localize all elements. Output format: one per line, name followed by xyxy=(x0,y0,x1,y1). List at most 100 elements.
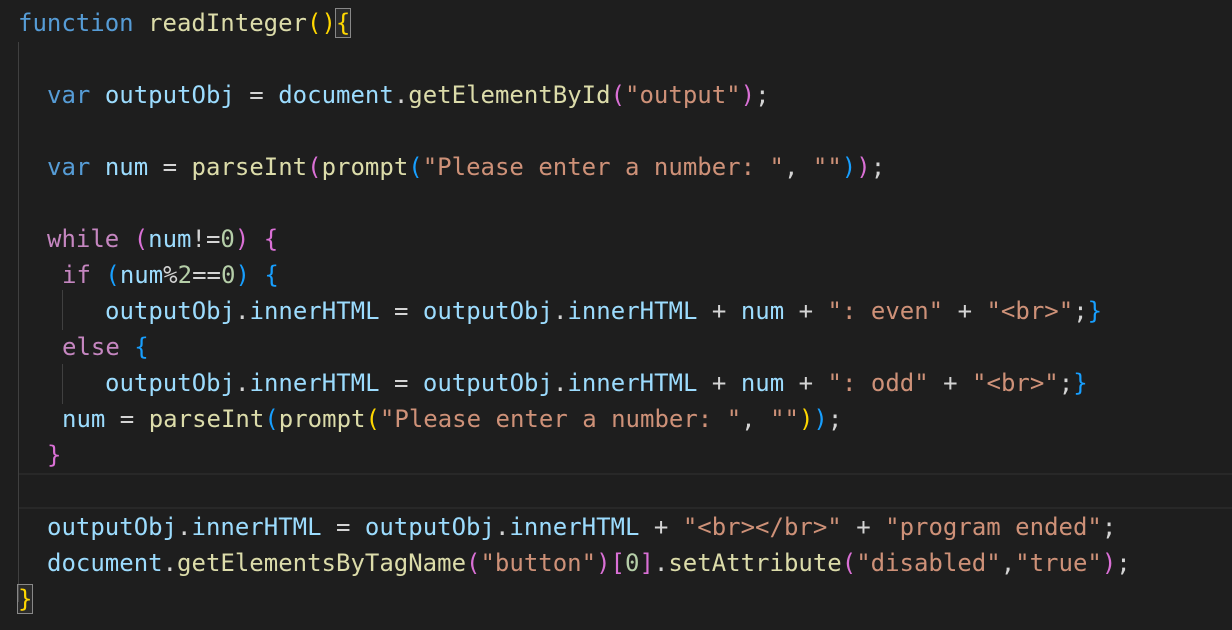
code-token: + xyxy=(943,297,987,325)
code-line-text[interactable]: function readInteger(){ xyxy=(18,5,352,41)
code-token: getElementsByTagName xyxy=(177,549,467,577)
code-line[interactable]: else { xyxy=(0,329,1232,365)
code-token: num xyxy=(148,225,192,253)
code-token: = xyxy=(105,405,149,433)
code-token: "program ended" xyxy=(885,513,1102,541)
code-token: "Please enter a number: " xyxy=(379,405,742,433)
code-token: ( xyxy=(466,549,481,577)
code-line-text[interactable]: if (num%2==0) { xyxy=(62,257,279,293)
code-token: ; xyxy=(1058,369,1074,397)
code-token: = xyxy=(234,81,279,109)
code-token: outputObj xyxy=(422,369,553,397)
code-token: = xyxy=(379,369,423,397)
code-line[interactable] xyxy=(0,41,1232,77)
code-token: . xyxy=(552,369,568,397)
code-token: ( xyxy=(133,225,149,253)
code-token: + xyxy=(784,297,828,325)
code-token: . xyxy=(177,513,192,541)
code-token: } xyxy=(1073,369,1088,397)
code-editor[interactable]: function readInteger(){ var outputObj = d… xyxy=(0,0,1232,630)
code-token: + xyxy=(697,369,741,397)
code-line[interactable]: num = parseInt(prompt("Please enter a nu… xyxy=(0,401,1232,437)
code-line[interactable]: outputObj.innerHTML = outputObj.innerHTM… xyxy=(0,293,1232,329)
code-token: setAttribute xyxy=(668,549,842,577)
code-token: innerHTML xyxy=(567,369,698,397)
code-token: ) xyxy=(740,81,756,109)
code-line[interactable]: } xyxy=(0,581,1232,617)
code-token: } xyxy=(1087,297,1103,325)
code-line-text[interactable]: outputObj.innerHTML = outputObj.innerHTM… xyxy=(47,509,1116,545)
code-token: outputObj xyxy=(364,513,495,541)
code-token: getElementById xyxy=(408,81,611,109)
code-token: } xyxy=(16,584,34,614)
code-token: + xyxy=(928,369,973,397)
code-token: innerHTML xyxy=(567,297,698,325)
code-line-text[interactable]: } xyxy=(16,581,34,617)
code-token: , xyxy=(783,153,813,181)
code-token: num xyxy=(740,297,785,325)
code-token: + xyxy=(697,297,741,325)
code-line-text[interactable]: document.getElementsByTagName("button")[… xyxy=(47,545,1131,581)
code-token: num xyxy=(119,261,164,289)
code-token: var xyxy=(47,153,91,181)
code-line[interactable]: outputObj.innerHTML = outputObj.innerHTM… xyxy=(0,509,1232,545)
code-token: function xyxy=(18,9,134,37)
code-token: ( xyxy=(105,261,120,289)
code-token: ) xyxy=(1101,549,1117,577)
code-line[interactable]: outputObj.innerHTML = outputObj.innerHTM… xyxy=(0,365,1232,401)
code-line-text[interactable]: outputObj.innerHTML = outputObj.innerHTM… xyxy=(105,293,1102,329)
code-token: , xyxy=(741,405,771,433)
code-token: { xyxy=(264,261,279,289)
code-token: . xyxy=(494,513,510,541)
code-line-text[interactable]: else { xyxy=(62,329,149,365)
code-token: outputObj xyxy=(104,81,235,109)
code-token: var xyxy=(47,81,91,109)
code-line[interactable]: function readInteger(){ xyxy=(0,5,1232,41)
code-token: outputObj xyxy=(422,297,553,325)
code-token: ; xyxy=(1101,513,1117,541)
code-line[interactable] xyxy=(0,473,1232,509)
code-token: = xyxy=(321,513,365,541)
code-line[interactable]: var num = parseInt(prompt("Please enter … xyxy=(0,149,1232,185)
code-token: . xyxy=(235,369,250,397)
code-token: ( xyxy=(610,81,626,109)
code-token: % xyxy=(163,261,178,289)
code-line[interactable]: } xyxy=(0,437,1232,473)
code-token: outputObj xyxy=(105,369,236,397)
code-line[interactable] xyxy=(0,113,1232,149)
code-token: "disabled" xyxy=(856,549,1001,577)
code-line-text[interactable]: while (num!=0) { xyxy=(47,221,278,257)
code-token: ) xyxy=(596,549,611,577)
code-line-text[interactable]: outputObj.innerHTML = outputObj.innerHTM… xyxy=(105,365,1088,401)
code-line[interactable]: while (num!=0) { xyxy=(0,221,1232,257)
code-line[interactable] xyxy=(0,185,1232,221)
code-line[interactable]: var outputObj = document.getElementById(… xyxy=(0,77,1232,113)
code-token: ) xyxy=(813,405,828,433)
code-line-text[interactable]: num = parseInt(prompt("Please enter a nu… xyxy=(62,401,842,437)
code-line-text[interactable]: } xyxy=(47,437,61,473)
code-token: 0 xyxy=(220,225,235,253)
code-line-text[interactable]: var num = parseInt(prompt("Please enter … xyxy=(47,149,885,185)
code-token: num xyxy=(62,405,106,433)
code-token: . xyxy=(552,297,568,325)
code-token: [ xyxy=(610,549,625,577)
code-token: , xyxy=(1000,549,1016,577)
code-token: + xyxy=(784,369,828,397)
code-token: { xyxy=(134,333,149,361)
code-token: 0 xyxy=(624,549,640,577)
code-token: ( xyxy=(307,153,322,181)
code-line[interactable]: if (num%2==0) { xyxy=(0,257,1232,293)
code-token: . xyxy=(235,297,250,325)
code-token: + xyxy=(841,513,886,541)
code-token: "<br></br>" xyxy=(682,513,842,541)
code-token: ( xyxy=(307,9,322,37)
code-token: innerHTML xyxy=(191,513,322,541)
code-token: "Please enter a number: " xyxy=(422,153,784,181)
code-line-text[interactable]: var outputObj = document.getElementById(… xyxy=(47,77,770,113)
code-token: ) xyxy=(234,225,250,253)
code-token: == xyxy=(192,261,221,289)
code-line[interactable]: document.getElementsByTagName("button")[… xyxy=(0,545,1232,581)
